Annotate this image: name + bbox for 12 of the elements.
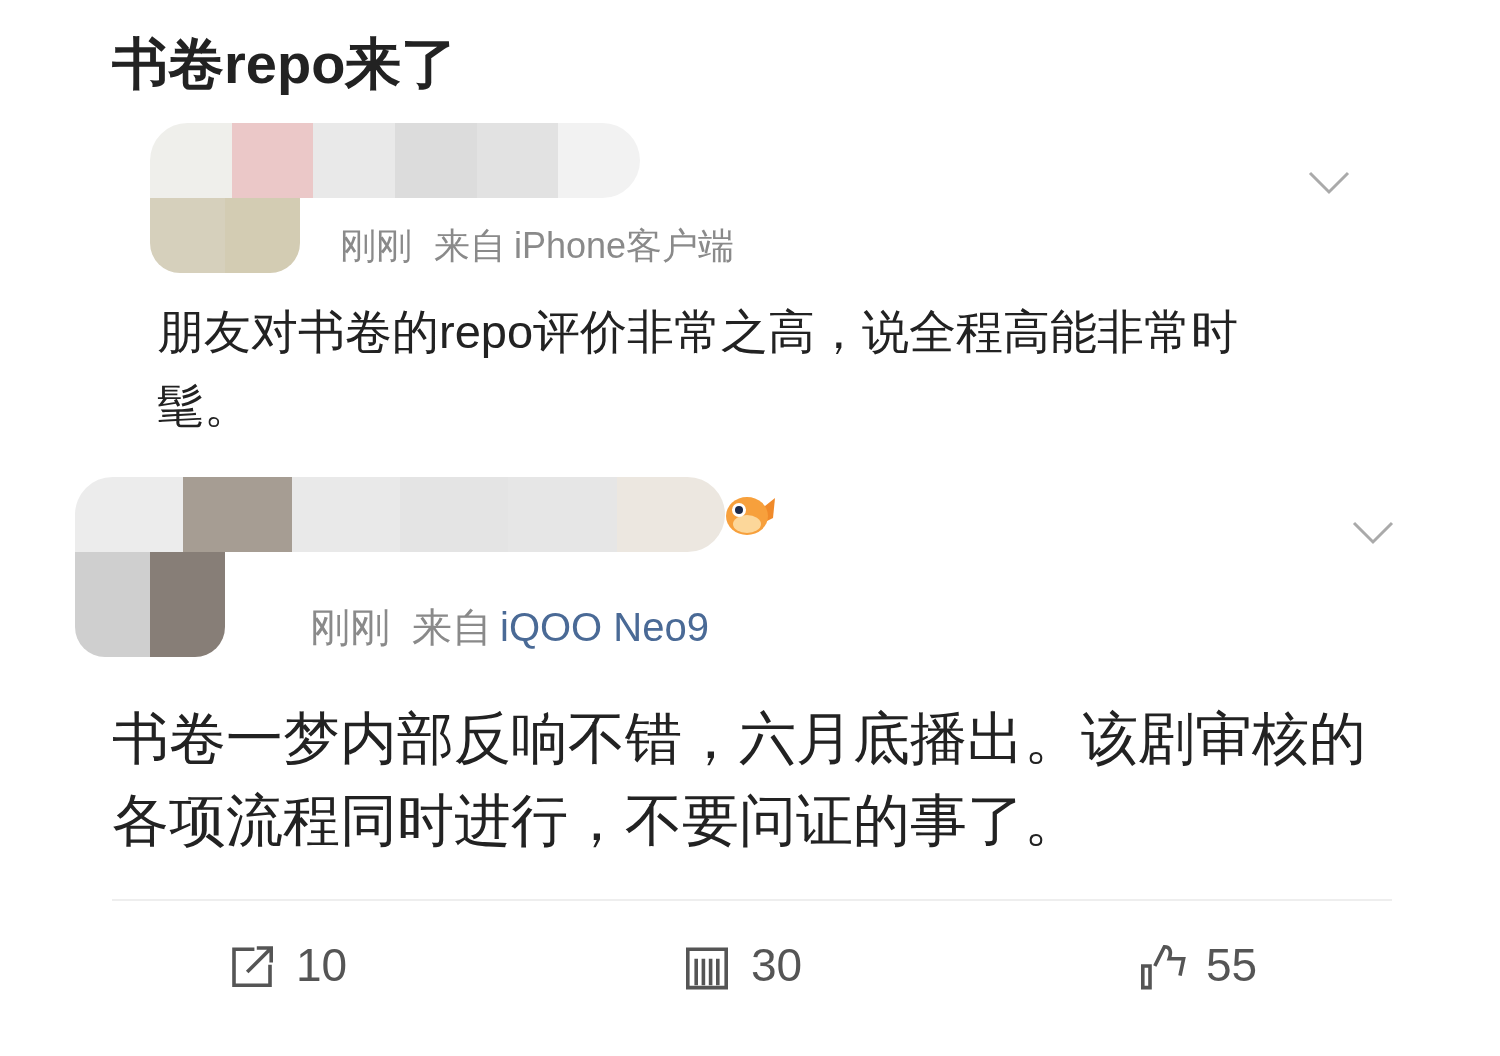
source-link[interactable]: iQOO Neo9 xyxy=(500,597,709,658)
post-source: iPhone客户端 xyxy=(514,224,735,269)
repost-count: 10 xyxy=(296,938,348,994)
like-count: 55 xyxy=(1206,938,1258,994)
post-text: 朋友对书卷的repo评价非常之高，说全程高能非常时髦。 xyxy=(156,304,1240,435)
source-label: 来自 xyxy=(434,224,506,269)
post-time: 刚刚 xyxy=(340,224,412,269)
comment-count: 30 xyxy=(751,938,803,994)
post-text: 书卷一梦内部反响不错，六月底播出。该剧审核的各项流程同时进行，不要问证的事了。 xyxy=(111,705,1367,855)
post-title: 书卷repo来了 xyxy=(111,31,459,97)
post-time: 刚刚 xyxy=(310,604,390,652)
source-label: 来自 xyxy=(412,604,492,652)
